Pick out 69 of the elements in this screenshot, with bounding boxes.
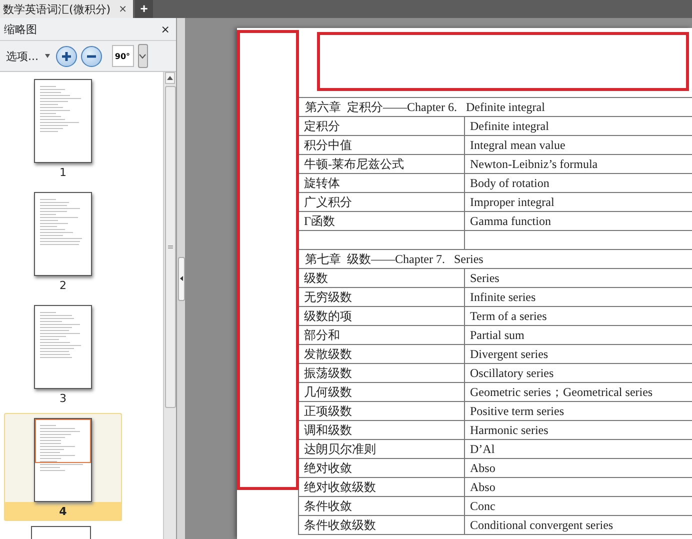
page-thumbnail-item[interactable]: 1 [4, 74, 122, 182]
table-cell-text: Harmonic series [469, 422, 550, 439]
plus-icon [60, 50, 72, 62]
table-cell-text: Body of rotation [469, 175, 550, 192]
table-cell-text: D’Al [469, 441, 496, 458]
viewport-frame [35, 419, 91, 463]
table-cell: 振荡级数 [299, 364, 465, 382]
page-number: 1 [58, 165, 68, 181]
table-cell: 部分和 [299, 326, 465, 344]
table-cell-text: Improper integral [469, 194, 556, 211]
table-cell-text: Geometric series；Geometrical series [469, 384, 654, 401]
scrollbar-thumb[interactable] [164, 86, 176, 408]
table-cell-text: Gamma function [469, 213, 552, 230]
zoom-in-button[interactable] [56, 46, 76, 66]
table-cell: 条件收敛级数 [299, 516, 465, 534]
minus-icon [86, 54, 96, 58]
table-cell-text: Divergent series [469, 346, 550, 363]
page-thumbnail-item[interactable]: 3 [4, 300, 122, 408]
table-cell: 积分中值 [299, 136, 465, 154]
panel-splitter-handle[interactable] [178, 256, 184, 300]
page-number: 2 [58, 278, 68, 294]
table-cell: 几何级数 [299, 383, 465, 401]
scroll-up-button[interactable] [165, 72, 175, 84]
options-dropdown[interactable]: 选项... [4, 48, 52, 64]
page-thumbnail-item[interactable]: 4 [4, 413, 122, 521]
table-cell: 级数的项 [299, 307, 465, 325]
table-cell-text: Integral mean value [469, 137, 566, 154]
page-thumbnail-item[interactable]: 2 [4, 187, 122, 295]
table-cell-text: Term of a series [469, 308, 548, 325]
table-cell: Γ函数 [299, 212, 465, 230]
table-cell: 达朗贝尔准则 [299, 440, 465, 458]
up-arrow-icon [167, 76, 173, 80]
new-tab-button[interactable]: + [134, 0, 153, 18]
table-cell-text: Positive term series [469, 403, 565, 420]
table-cell-text: Abso [469, 479, 496, 496]
table-cell-text: Abso [469, 460, 496, 477]
table-cell-text: Newton-Leibniz’s formula [469, 156, 599, 173]
caret-icon [44, 54, 50, 58]
table-cell: 绝对收敛 [299, 459, 465, 477]
table-cell: 级数 [299, 269, 465, 287]
close-panel-button[interactable]: × [160, 22, 170, 36]
rotate-dropdown[interactable] [138, 44, 148, 68]
table-cell: 旋转体 [299, 174, 465, 192]
close-tab-button[interactable]: × [118, 4, 127, 14]
table-cell-text: Series [469, 270, 500, 287]
panel-title: 缩略图 [4, 22, 37, 36]
table-cell: 无穷级数 [299, 288, 465, 306]
table-cell-text: Conditional convergent series [469, 517, 614, 534]
table-cell: 绝对收敛级数 [299, 478, 465, 496]
table-cell-text: Oscillatory series [469, 365, 555, 382]
chevron-down-icon [139, 54, 146, 58]
zoom-out-button[interactable] [80, 46, 102, 66]
page-number: 4 [5, 502, 121, 520]
table-cell: 牛顿-莱布尼兹公式 [299, 155, 465, 173]
page-number: 3 [58, 391, 68, 407]
table-cell: 调和级数 [299, 421, 465, 439]
document-tab[interactable]: 数学英语词汇(微积分) × [0, 0, 133, 18]
table-cell-text: Conc [469, 498, 496, 515]
table-cell: 发散级数 [299, 345, 465, 363]
rotate-button[interactable]: 90° [112, 45, 134, 67]
chapter-heading: 第六章 定积分——Chapter 6. Definite integral [299, 98, 692, 117]
chapter-heading: 第七章 级数——Chapter 7. Series [299, 250, 692, 269]
table-cell: 正项级数 [299, 402, 465, 420]
table-cell: 广义积分 [299, 193, 465, 211]
table-cell: 条件收敛 [299, 497, 465, 515]
table-cell-text: Definite integral [469, 118, 550, 135]
table-cell: 定积分 [299, 117, 465, 135]
table-cell-text: Infinite series [469, 289, 537, 306]
table-cell-text: Partial sum [469, 327, 526, 344]
